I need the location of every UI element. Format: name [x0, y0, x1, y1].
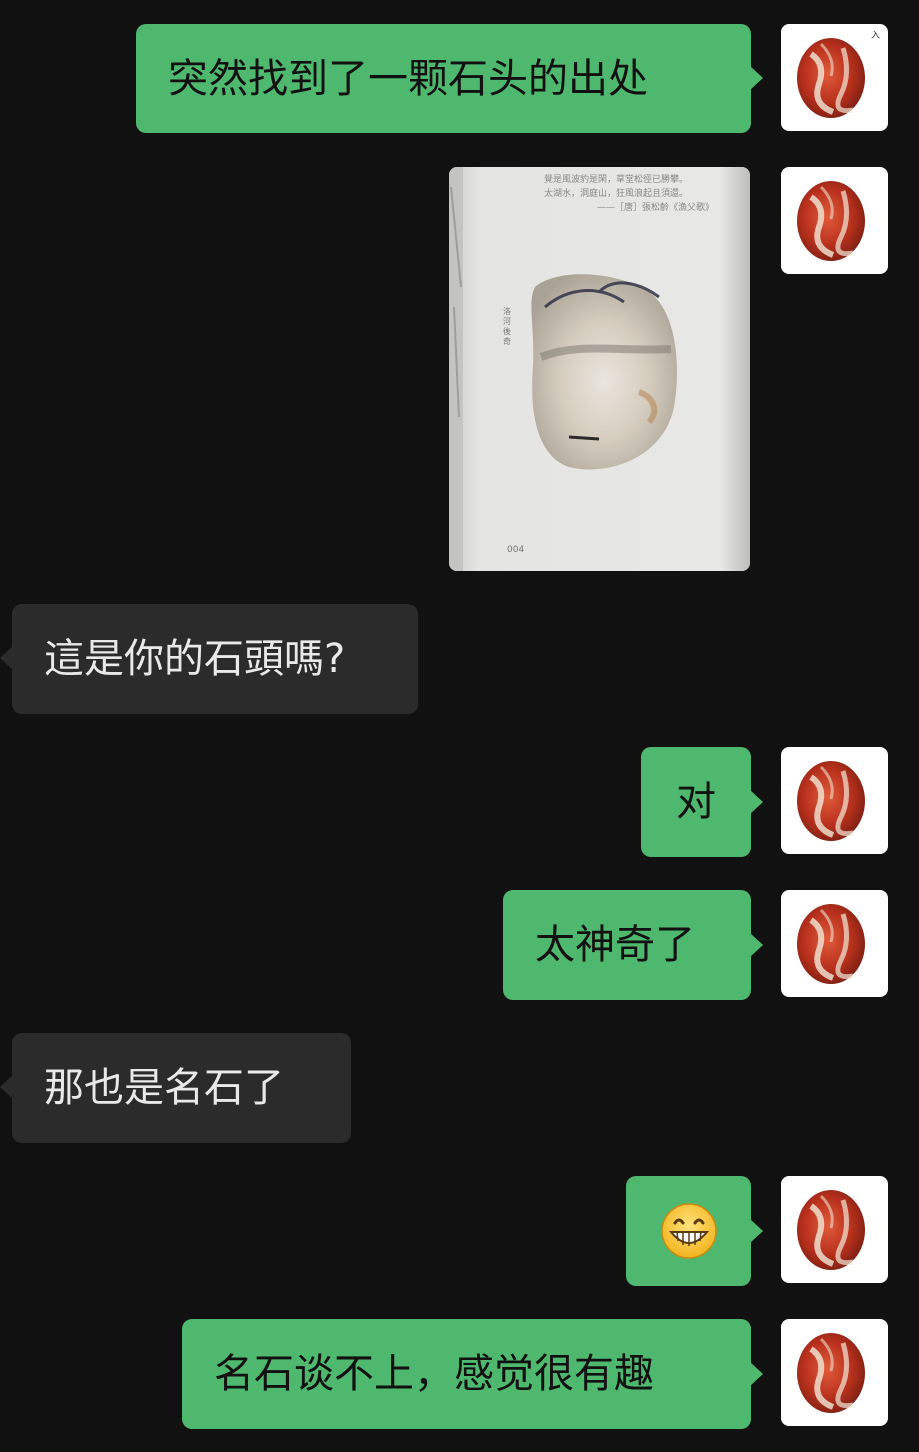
- message-text: 這是你的石頭嗎?: [44, 636, 346, 682]
- user-avatar[interactable]: [781, 1319, 888, 1426]
- bubble-tail: [750, 1362, 763, 1386]
- red-stone-avatar-icon: [797, 761, 865, 841]
- page-line: ——［唐］張松齡《漁父歌》: [596, 203, 714, 213]
- red-stone-avatar-icon: [797, 904, 865, 984]
- outgoing-message-bubble[interactable]: 突然找到了一颗石头的出处: [136, 24, 751, 133]
- outgoing-message-bubble[interactable]: 太神奇了: [503, 890, 751, 1000]
- incoming-message-bubble[interactable]: 那也是名石了: [12, 1033, 351, 1143]
- bubble-tail: [750, 66, 763, 90]
- user-avatar[interactable]: [781, 747, 888, 854]
- page-line: 太湖水，洞庭山，狂風浪起且須還。: [544, 189, 689, 199]
- page-line: 覺是風波豹是閑，草堂松徑已勝攀。: [544, 175, 689, 185]
- shared-book-photo[interactable]: 覺是風波豹是閑，草堂松徑已勝攀。 太湖水，洞庭山，狂風浪起且須還。 ——［唐］張…: [449, 167, 750, 571]
- incoming-message-bubble[interactable]: 這是你的石頭嗎?: [12, 604, 418, 714]
- red-stone-avatar-icon: [797, 181, 865, 261]
- page-number: 004: [507, 545, 525, 555]
- red-stone-avatar-icon: [797, 1190, 865, 1270]
- user-avatar[interactable]: [781, 1176, 888, 1283]
- user-avatar[interactable]: [781, 167, 888, 274]
- book-page-image: [449, 167, 750, 571]
- bubble-tail: [750, 933, 763, 957]
- message-text: 对: [676, 779, 716, 825]
- user-avatar[interactable]: ⼊: [781, 24, 888, 131]
- message-text: 名石谈不上，感觉很有趣: [214, 1351, 654, 1397]
- message-text: 太神奇了: [535, 922, 695, 968]
- outgoing-message-bubble[interactable]: [626, 1176, 751, 1286]
- bubble-tail: [750, 790, 763, 814]
- outgoing-message-bubble[interactable]: 名石谈不上，感觉很有趣: [182, 1319, 751, 1429]
- red-stone-avatar-icon: [797, 1333, 865, 1413]
- vertical-caption: 洛河後奇: [503, 307, 511, 346]
- svg-text:⼊: ⼊: [871, 30, 880, 41]
- page-text: 覺是風波豹是閑，草堂松徑已勝攀。 太湖水，洞庭山，狂風浪起且須還。 ——［唐］張…: [544, 173, 744, 215]
- red-stone-avatar-icon: ⼊: [797, 30, 880, 118]
- user-avatar[interactable]: [781, 890, 888, 997]
- message-text: 那也是名石了: [44, 1065, 284, 1111]
- bubble-tail: [750, 1219, 763, 1243]
- message-text: 突然找到了一颗石头的出处: [168, 55, 648, 102]
- outgoing-message-bubble[interactable]: 对: [641, 747, 751, 857]
- grinning-face-icon: [660, 1203, 717, 1259]
